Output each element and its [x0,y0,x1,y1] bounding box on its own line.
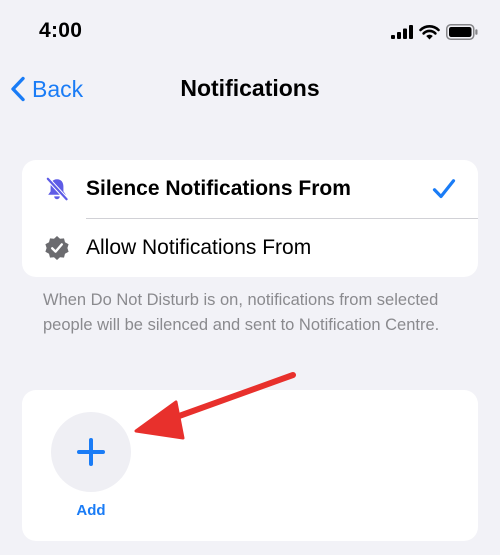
status-icons [391,22,478,42]
checkmark-icon [432,179,456,199]
wifi-icon [419,24,440,39]
checkmark-seal-icon [45,236,69,260]
option-allow-notifications[interactable]: Allow Notifications From [22,219,478,277]
plus-icon [77,438,105,466]
notification-mode-group: Silence Notifications From Allow Notific… [22,160,478,277]
add-people-card: Add [22,390,478,541]
add-button-label[interactable]: Add [51,502,131,519]
screen: 4:00 Back Notifications Silence Notifica… [0,0,500,555]
page-title: Notifications [180,75,320,101]
status-bar: 4:00 [0,0,500,62]
status-time: 4:00 [39,19,83,42]
option-label: Allow Notifications From [86,236,312,259]
battery-icon [446,24,478,40]
footer-note: When Do Not Disturb is on, notifications… [43,291,440,334]
cellular-signal-icon [391,25,413,39]
navigation-bar: Back Notifications [0,62,500,116]
option-silence-notifications[interactable]: Silence Notifications From [22,160,478,218]
add-button[interactable] [51,412,131,492]
option-label: Silence Notifications From [86,177,351,200]
bell-slash-icon [45,176,69,202]
